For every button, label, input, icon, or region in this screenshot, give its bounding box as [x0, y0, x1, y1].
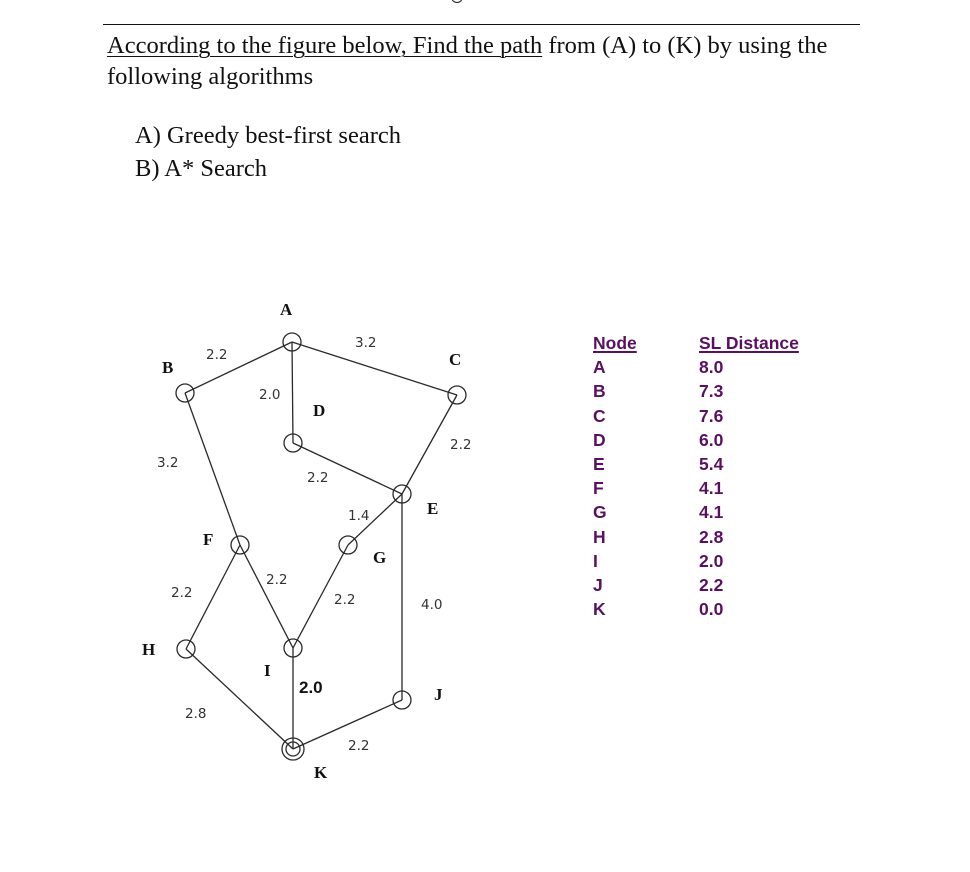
weight-b-f: 3.2 [157, 455, 178, 471]
straight-line-distance-table: Node SL Distance A 8.0 B 7.3 C 7.6 D 6.0 E 5.4 F 4.… [593, 331, 839, 621]
edge-b-f [184, 392, 241, 546]
table-header: Node SL Distance [593, 331, 839, 355]
node-label-a: A [280, 300, 293, 319]
row-sl-distance: 4.1 [699, 502, 724, 523]
row-sl-distance: 2.8 [699, 526, 724, 547]
node-label-b: B [162, 358, 173, 377]
row-sl-distance: 8.0 [699, 357, 724, 378]
row-node: F [593, 478, 604, 499]
row-sl-distance: 5.4 [699, 453, 724, 474]
table-row: G 4.1 [593, 500, 839, 524]
node-label-g: G [373, 548, 386, 567]
node-label-i: I [264, 661, 271, 680]
table-row: E 5.4 [593, 452, 839, 476]
table-row: C 7.6 [593, 404, 839, 428]
table-row: A 8.0 [593, 355, 839, 379]
table-row: F 4.1 [593, 476, 839, 500]
weight-e-j: 4.0 [421, 597, 442, 613]
edge-a-d [291, 341, 294, 444]
row-node: D [593, 429, 606, 450]
weight-h-k: 2.8 [185, 706, 206, 722]
row-node: E [593, 453, 605, 474]
table-row: J 2.2 [593, 573, 839, 597]
table-body: A 8.0 B 7.3 C 7.6 D 6.0 E 5.4 F 4.1 G 4.1 H 2.8 I 2.0 J 2.2… [593, 355, 839, 621]
weight-a-b: 2.2 [206, 347, 227, 363]
weight-d-e: 2.2 [307, 470, 328, 486]
row-node: K [593, 599, 606, 620]
row-sl-distance: 0.0 [699, 599, 724, 620]
row-node: C [593, 405, 606, 426]
row-node: A [593, 357, 606, 378]
edge-f-i [239, 544, 294, 649]
table-row: I 2.0 [593, 549, 839, 573]
row-node: G [593, 502, 607, 523]
weight-j-k: 2.2 [348, 738, 369, 754]
row-node: B [593, 381, 606, 402]
row-sl-distance: 7.6 [699, 405, 724, 426]
weight-c-e: 2.2 [450, 437, 471, 453]
weight-e-g: 1.4 [348, 508, 369, 524]
table-row: H 2.8 [593, 525, 839, 549]
edge-d-e [292, 442, 403, 495]
weight-f-h: 2.2 [171, 585, 192, 601]
node-label-j: J [434, 685, 443, 704]
weight-g-i: 2.2 [334, 592, 355, 608]
row-sl-distance: 7.3 [699, 381, 724, 402]
table-row: D 6.0 [593, 428, 839, 452]
node-label-e: E [427, 499, 438, 518]
labels-layer: A B C D E F G H I J K 2.2 3.2 2.0 2.2 2.… [142, 300, 471, 782]
row-sl-distance: 4.1 [699, 478, 724, 499]
edge-a-b [184, 341, 293, 394]
header-sl-distance: SL Distance [699, 333, 799, 353]
table-row: K 0.0 [593, 597, 839, 621]
header-node: Node [593, 333, 637, 353]
edge-f-h [185, 544, 241, 650]
edge-h-k [185, 648, 294, 750]
row-sl-distance: 2.0 [699, 550, 724, 571]
table-row: B 7.3 [593, 379, 839, 403]
weight-i-k: 2.0 [299, 678, 323, 697]
edge-c-e [401, 394, 458, 495]
node-label-d: D [313, 401, 325, 420]
weight-a-d: 2.0 [259, 387, 280, 403]
weight-f-i: 2.2 [266, 572, 287, 588]
node-label-c: C [449, 350, 461, 369]
node-label-h: H [142, 640, 155, 659]
weight-a-c: 3.2 [355, 335, 376, 351]
row-node: I [593, 550, 598, 571]
row-node: J [593, 574, 603, 595]
row-sl-distance: 6.0 [699, 429, 724, 450]
node-label-f: F [203, 530, 213, 549]
row-sl-distance: 2.2 [699, 574, 724, 595]
row-node: H [593, 526, 606, 547]
node-label-k: K [314, 763, 328, 782]
